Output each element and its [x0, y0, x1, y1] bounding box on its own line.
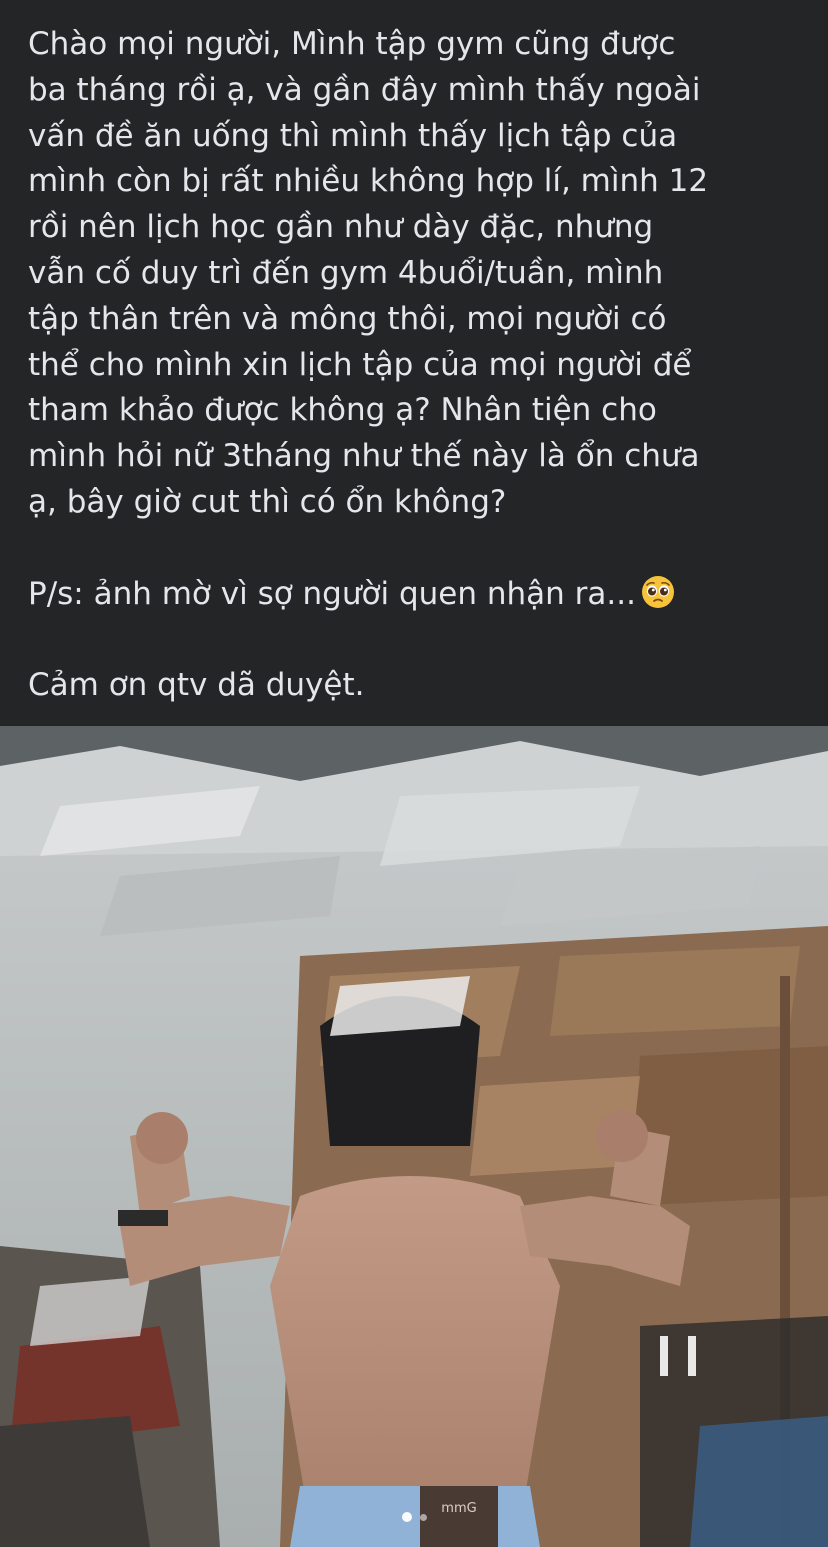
post-ps-text: P/s: ảnh mờ vì sợ người quen nhận ra... — [28, 575, 636, 612]
post-line: ạ, bây giờ cut thì có ổn không? — [28, 483, 507, 520]
carousel-indicator[interactable] — [0, 1507, 828, 1527]
post-thanks-line: Cảm ơn qtv dã duyệt. — [28, 667, 365, 704]
carousel-dot-active[interactable] — [401, 1512, 412, 1522]
post-line: vấn đề ăn uống thì mình thấy lịch tập củ… — [28, 117, 678, 154]
post-ps-line: P/s: ảnh mờ vì sợ người quen nhận ra... — [28, 572, 800, 618]
pleading-face-icon — [640, 574, 676, 610]
post-line: rồi nên lịch học gần như dày đặc, nhưng — [28, 209, 654, 246]
post-line: mình còn bị rất nhiều không hợp lí, mình… — [28, 163, 709, 200]
post-text-block: Chào mọi người, Mình tập gym cũng được b… — [0, 0, 828, 726]
post-line: Chào mọi người, Mình tập gym cũng được — [28, 26, 676, 62]
post-line: ba tháng rồi ạ, và gần đây mình thấy ngo… — [28, 71, 701, 108]
post-line: vẫn cố duy trì đến gym 4buổi/tuần, mình — [28, 254, 664, 291]
post-line: thể cho mình xin lịch tập của mọi người … — [28, 346, 692, 383]
photo-icon: mmG — [0, 726, 828, 1547]
post-photo[interactable]: mmG — [0, 726, 828, 1547]
carousel-dot[interactable] — [419, 1513, 427, 1521]
post-line: tham khảo được không ạ? Nhân tiện cho — [28, 392, 657, 429]
post-line: tập thân trên và mông thôi, mọi người có — [28, 300, 667, 337]
post-line: mình hỏi nữ 3tháng như thế này là ổn chư… — [28, 438, 700, 475]
